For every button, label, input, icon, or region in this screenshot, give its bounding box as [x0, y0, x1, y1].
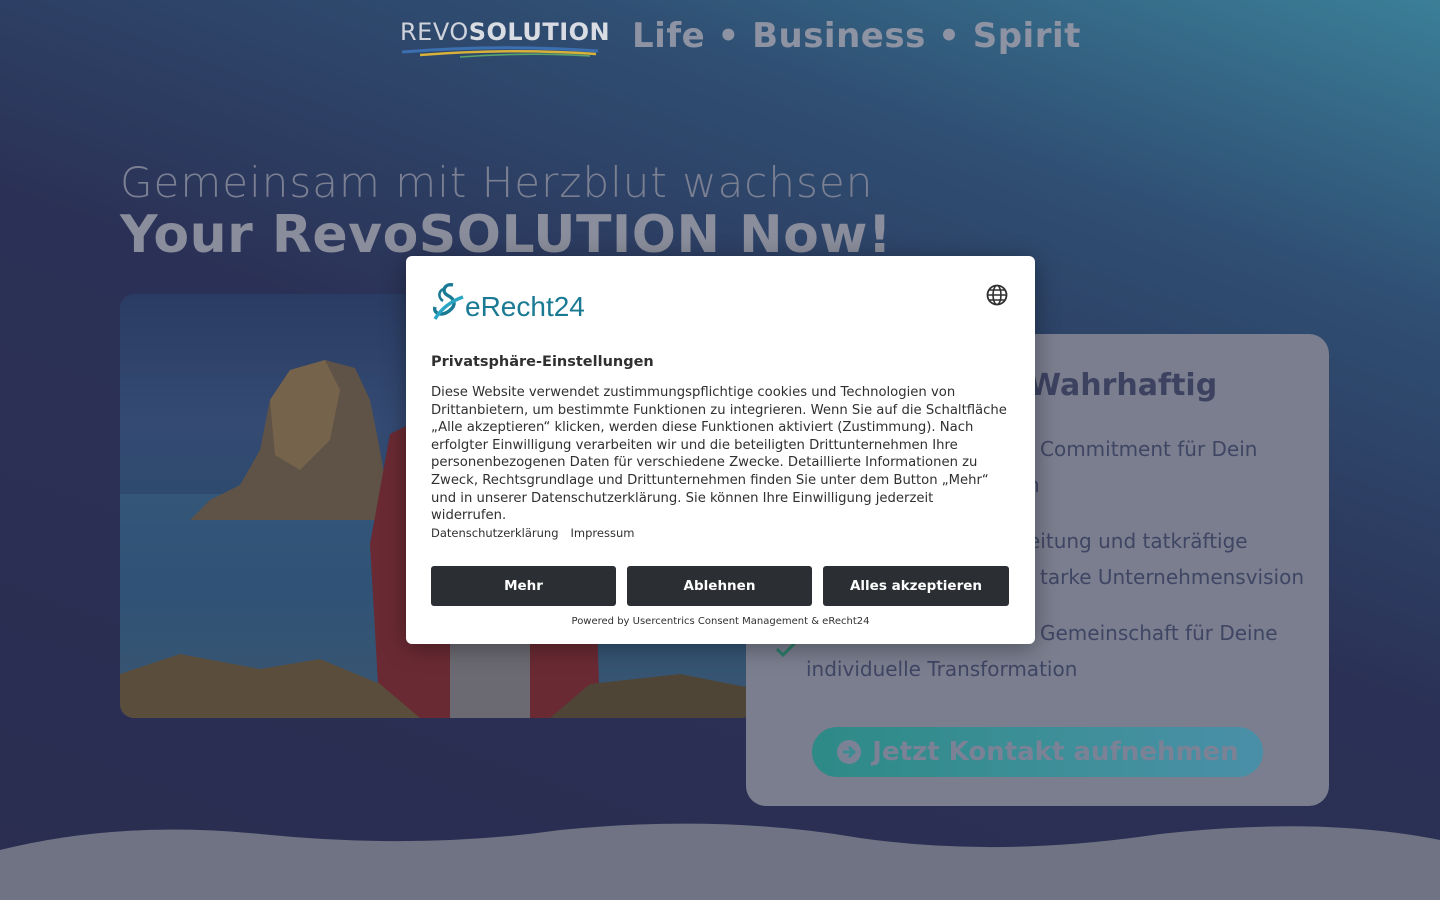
card-item-1: Commitment für Dein: [1040, 437, 1258, 461]
erecht24-logo: eRecht24: [431, 281, 601, 325]
consent-links: Datenschutzerklärung Impressum: [431, 526, 634, 540]
consent-dialog: eRecht24 Privatsphäre-Einstellungen Dies…: [406, 256, 1035, 644]
arrow-circle-icon: [837, 740, 862, 764]
consent-body-text: Diese Website verwendet zustimmungspflic…: [431, 385, 1007, 524]
card-item-3: Gemeinschaft für Deine: [1040, 621, 1278, 645]
revosolution-logo[interactable]: REVOSOLUTION: [400, 18, 610, 60]
imprint-link[interactable]: Impressum: [571, 526, 635, 540]
header-tagline: Life • Business • Spirit: [632, 16, 1081, 56]
erecht24-wordmark: eRecht24: [465, 291, 585, 322]
logo-suffix: SOLUTION: [468, 18, 611, 46]
bottom-wave: [0, 823, 1440, 900]
card-item-2: eitung und tatkräftige: [1028, 529, 1248, 553]
card-item-2b: tarke Unternehmensvision: [1040, 565, 1305, 589]
card-title: Wahrhaftig: [1028, 368, 1218, 403]
powered-by-text: Powered by Usercentrics Consent Manageme…: [571, 616, 870, 627]
erecht24-symbol-icon: [433, 283, 464, 320]
card-item-3b: individuelle Transformation: [806, 657, 1078, 681]
deny-button[interactable]: Ablehnen: [627, 566, 812, 606]
consent-title: Privatsphäre-Einstellungen: [431, 354, 654, 370]
globe-icon[interactable]: [986, 284, 1008, 306]
privacy-policy-link[interactable]: Datenschutzerklärung: [431, 526, 559, 540]
hero-subtitle: Gemeinsam mit Herzblut wachsen: [120, 158, 874, 207]
logo-swoosh-icon: [401, 46, 599, 58]
accept-all-button[interactable]: Alles akzeptieren: [823, 566, 1009, 606]
contact-button[interactable]: Jetzt Kontakt aufnehmen: [812, 727, 1263, 777]
contact-button-label: Jetzt Kontakt aufnehmen: [872, 737, 1239, 767]
logo-prefix: REVO: [400, 18, 469, 46]
photo-rock: [190, 360, 390, 520]
more-button[interactable]: Mehr: [431, 566, 616, 606]
